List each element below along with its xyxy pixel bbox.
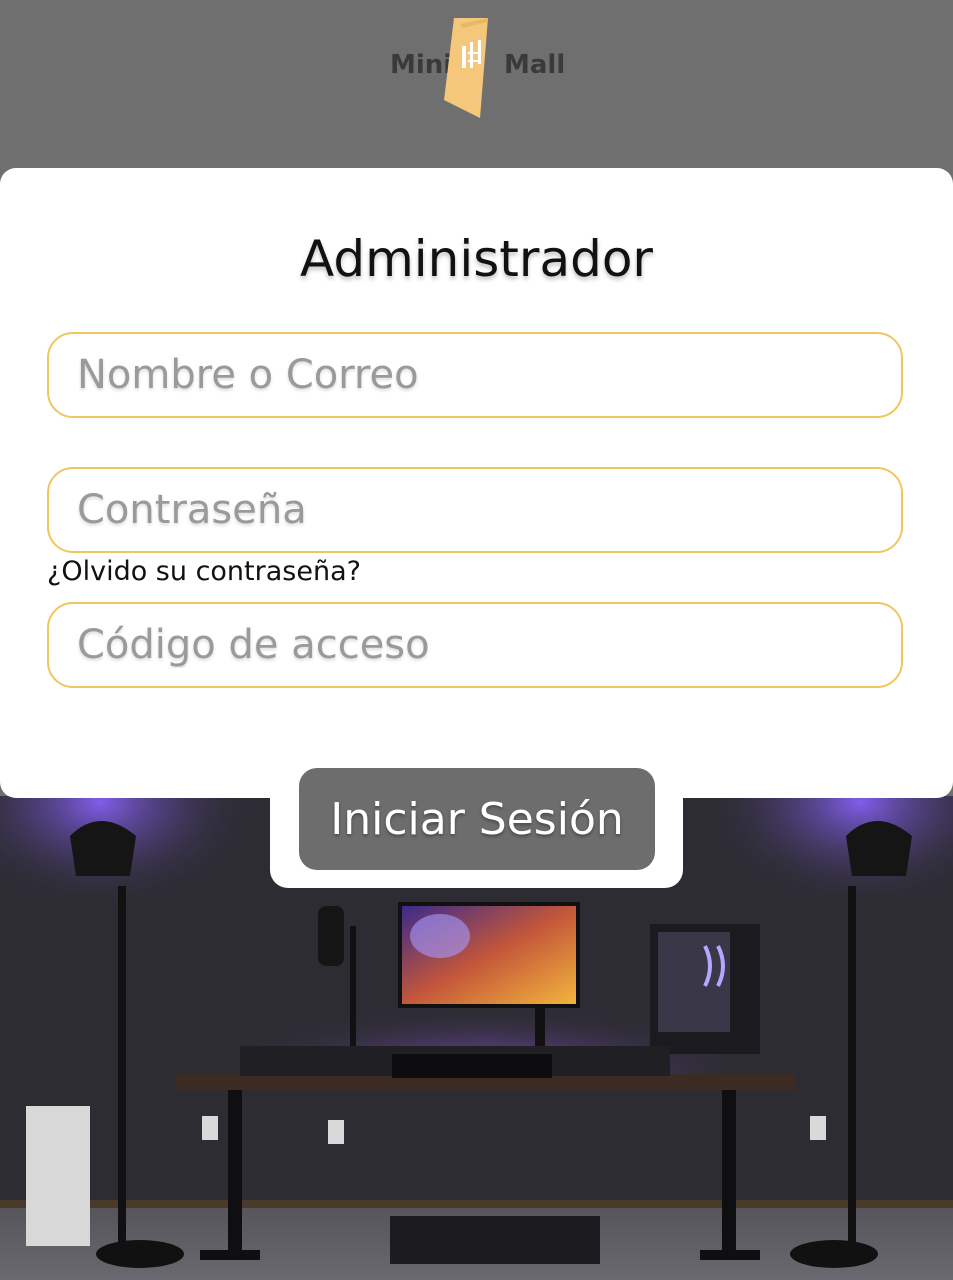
access-code-field xyxy=(47,602,903,688)
minimall-logo: Mini Mall xyxy=(390,18,565,123)
password-input[interactable] xyxy=(49,469,901,551)
page-title: Administrador xyxy=(300,230,653,288)
logo-word-right: Mall xyxy=(504,50,566,80)
login-card: Administrador ¿Olvido su contraseña? xyxy=(0,168,953,798)
password-field xyxy=(47,467,903,553)
forgot-password-link[interactable]: ¿Olvido su contraseña? xyxy=(47,556,361,587)
building-icon xyxy=(444,18,488,118)
login-button[interactable]: Iniciar Sesión xyxy=(299,768,655,870)
username-field xyxy=(47,332,903,418)
access-code-input[interactable] xyxy=(49,604,901,686)
submit-button-container: Iniciar Sesión xyxy=(270,768,683,888)
username-input[interactable] xyxy=(49,334,901,416)
